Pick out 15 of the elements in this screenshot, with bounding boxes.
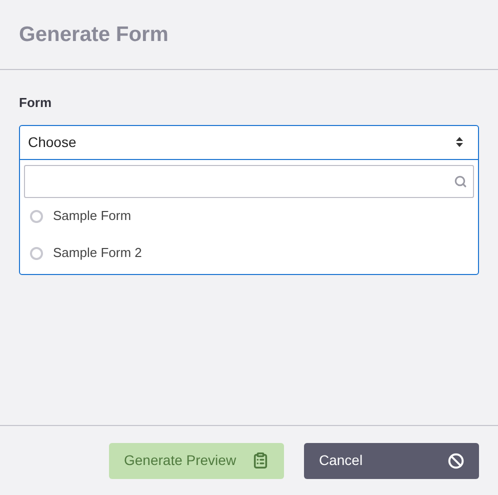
sort-icon	[456, 137, 463, 147]
radio-button[interactable]	[30, 210, 43, 222]
option-label: Sample Form 2	[53, 244, 142, 262]
option-item[interactable]: Sample Form 2	[24, 234, 474, 272]
select-field[interactable]: Choose	[20, 126, 478, 160]
field-label: Form	[19, 94, 52, 112]
option-label: Sample Form	[53, 207, 132, 226]
option-item[interactable]: Sample Form	[24, 198, 474, 234]
search-icon	[454, 174, 467, 188]
cancel-icon	[448, 452, 464, 468]
dialog-title: Generate Form	[19, 22, 168, 48]
radio-button[interactable]	[30, 246, 43, 260]
search-field[interactable]	[24, 164, 474, 198]
clipboard-icon	[252, 452, 269, 469]
cancel-button[interactable]: Cancel	[304, 442, 479, 478]
